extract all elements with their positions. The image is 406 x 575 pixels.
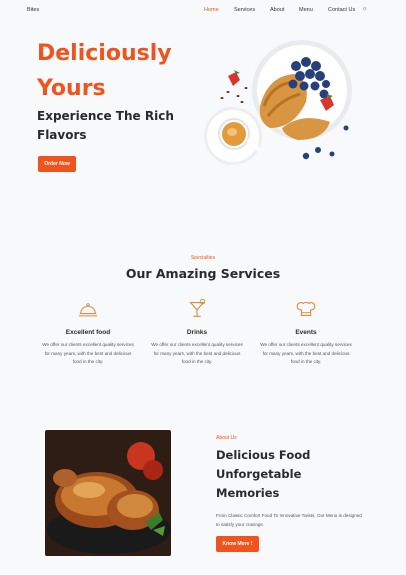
nav-link-menu[interactable]: Menu [299, 7, 313, 13]
service-description: We offer our clients excellent quality s… [42, 342, 134, 364]
service-card-food: Excellent food We offer our clients exce… [40, 298, 136, 367]
cloche-icon [78, 303, 98, 317]
brand-logo[interactable]: Bites [27, 7, 39, 13]
hero-title-line1: Deliciously [37, 41, 172, 66]
chef-hat-icon [296, 301, 316, 316]
top-navbar: Bites Home Services About Menu Contact U… [0, 0, 406, 22]
roast-chicken-image [45, 430, 171, 556]
service-name: Drinks [186, 329, 208, 336]
about-description: From Classic Comfort Food To Innovative … [216, 513, 362, 527]
service-description: We offer our clients excellent quality s… [260, 342, 352, 364]
about-title: Delicious Food Unforgetable Memories [216, 448, 311, 500]
nav-link-home[interactable]: Home [204, 7, 219, 13]
service-card-drinks: Drinks We offer our clients excellent qu… [149, 298, 245, 367]
service-name: Events [295, 329, 317, 336]
nav-link-services[interactable]: Services [234, 7, 255, 13]
breakfast-plate-image [204, 40, 352, 165]
service-name: Excellent food [65, 329, 111, 336]
hero-title: Deliciously Yours [37, 36, 207, 106]
know-more-button[interactable]: Know More ! [216, 536, 259, 552]
nav-link-contact[interactable]: Contact Us [328, 7, 355, 13]
hero-title-line2: Yours [37, 76, 106, 101]
cocktail-icon [189, 298, 206, 317]
services-eyebrow: Specialties [190, 255, 216, 261]
service-card-events: Events We offer our clients excellent qu… [258, 298, 354, 367]
about-eyebrow: About Us [216, 435, 237, 441]
services-title: Our Amazing Services [125, 266, 281, 281]
nav-link-about[interactable]: About [270, 7, 284, 13]
service-description: We offer our clients excellent quality s… [151, 342, 243, 364]
hero-subtitle: Experience The Rich Flavors [37, 109, 174, 142]
sun-icon[interactable]: ☼ [362, 6, 368, 12]
order-now-button[interactable]: Order Now [38, 156, 76, 172]
